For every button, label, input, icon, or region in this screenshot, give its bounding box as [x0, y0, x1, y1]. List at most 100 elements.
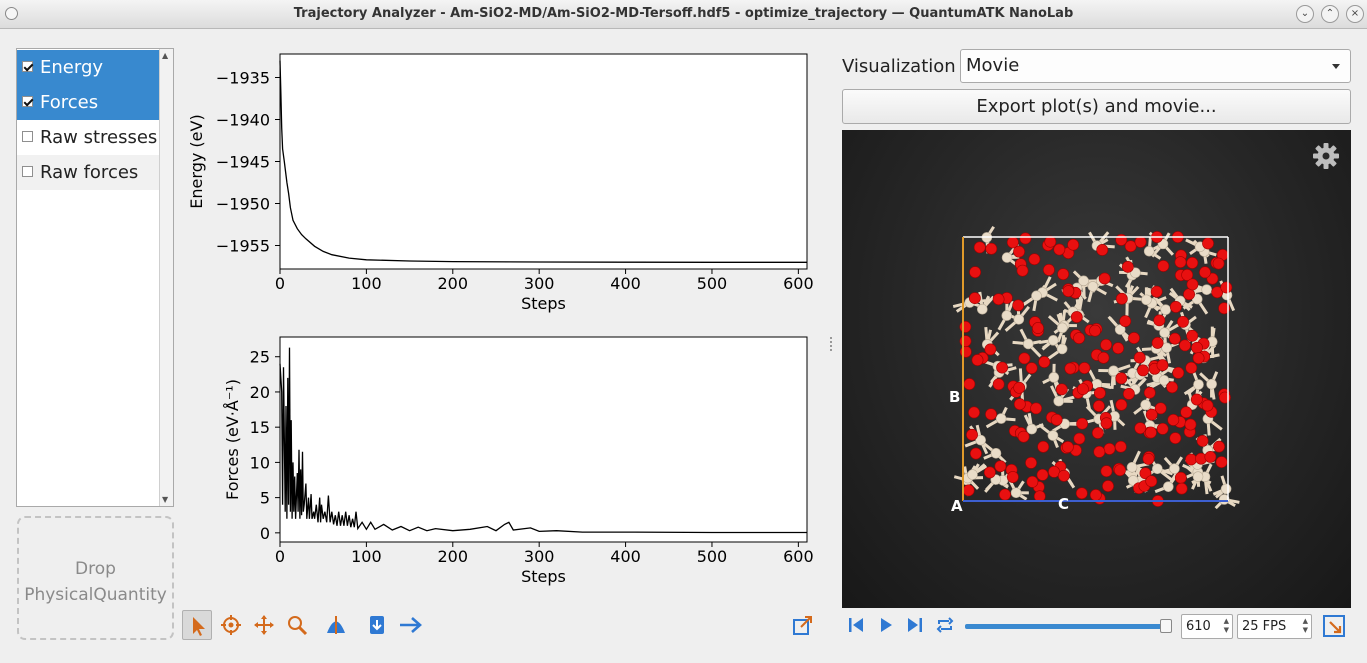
forces-checkbox[interactable]: [22, 96, 33, 107]
silicon-atom: [1031, 290, 1042, 302]
pointer-tool-button[interactable]: [182, 610, 212, 640]
list-scrollbar[interactable]: ▲ ▼: [159, 49, 173, 506]
oxygen-atom: [1057, 268, 1070, 281]
oxygen-atom: [1137, 364, 1149, 377]
energy-checkbox[interactable]: [22, 61, 33, 72]
quantity-item-raw-forces[interactable]: Raw forces: [17, 155, 161, 190]
oxygen-atom: [1064, 362, 1077, 375]
oxygen-atom: [1100, 338, 1113, 351]
frame-slider-handle[interactable]: [1160, 619, 1172, 633]
oxygen-atom: [1055, 383, 1068, 396]
loop-icon[interactable]: [935, 614, 955, 636]
spin-arrows-icon[interactable]: ▲ ▼: [1303, 617, 1308, 635]
oxygen-atom: [985, 242, 998, 255]
frame-spinbox[interactable]: 610 ▲ ▼: [1181, 614, 1233, 639]
oxygen-atom: [1174, 471, 1187, 484]
quantity-list[interactable]: Energy Forces Raw stresses Raw forces ▲ …: [16, 48, 174, 507]
oxygen-atom: [1133, 351, 1146, 364]
play-icon[interactable]: [876, 614, 896, 636]
silicon-atom: [1026, 423, 1038, 435]
silicon-atom: [1087, 281, 1099, 292]
x-tick-label: 400: [610, 547, 641, 566]
silicon-atom: [1159, 327, 1170, 338]
y-tick-label: −1955: [216, 236, 270, 255]
popout-plot-button[interactable]: [788, 610, 818, 640]
x-tick-label: 200: [438, 274, 469, 293]
visualization-label: Visualization: [842, 56, 956, 77]
pan-tool-button[interactable]: [249, 610, 279, 640]
skip-start-icon[interactable]: [846, 614, 866, 636]
oxygen-atom: [1145, 475, 1158, 488]
oxygen-atom: [1192, 352, 1205, 365]
raw-stresses-checkbox[interactable]: [22, 131, 33, 142]
oxygen-atom: [999, 488, 1011, 501]
plot-frame: [279, 336, 808, 543]
oxygen-atom: [1186, 278, 1199, 291]
peak-icon: [327, 616, 345, 634]
axis-label-c: C: [1058, 495, 1069, 513]
quantity-item-raw-stresses[interactable]: Raw stresses: [17, 120, 161, 155]
oxygen-atom: [1089, 489, 1102, 501]
oxygen-atom: [1044, 235, 1057, 248]
x-axis-label: Steps: [521, 567, 566, 586]
x-tick-label: 100: [351, 274, 382, 293]
silicon-atom: [1193, 379, 1204, 390]
quantity-label: Raw stresses: [40, 127, 158, 148]
scroll-down-icon[interactable]: ▼: [162, 495, 168, 504]
silicon-atom: [1201, 284, 1212, 295]
close-icon[interactable]: ×: [1346, 5, 1364, 23]
export-data-button[interactable]: [394, 610, 424, 640]
visualization-combobox[interactable]: Movie: [960, 49, 1351, 83]
quantity-item-forces[interactable]: Forces: [17, 85, 161, 120]
maximize-icon[interactable]: ⌃: [1321, 5, 1339, 23]
oxygen-atom: [1053, 243, 1066, 256]
skip-end-icon[interactable]: [905, 614, 925, 636]
oxygen-atom: [959, 345, 972, 358]
x-tick-label: 500: [697, 547, 728, 566]
raw-forces-checkbox[interactable]: [22, 166, 33, 177]
quantity-item-energy[interactable]: Energy: [17, 50, 161, 85]
oxygen-atom: [1030, 402, 1043, 415]
oxygen-atom: [1096, 244, 1109, 256]
oxygen-atom: [1169, 300, 1182, 313]
silicon-atom: [1192, 471, 1204, 482]
y-tick-label: 0: [260, 524, 270, 543]
oxygen-atom: [994, 460, 1007, 473]
silicon-atom: [1001, 310, 1013, 321]
oxygen-atom: [1174, 256, 1187, 269]
minimize-icon[interactable]: ⌄: [1296, 5, 1314, 23]
zoom-tool-button[interactable]: [282, 610, 312, 640]
export-button[interactable]: Export plot(s) and movie...: [842, 89, 1351, 124]
oxygen-atom: [1156, 359, 1169, 372]
oxygen-atom: [1145, 426, 1157, 439]
gear-icon[interactable]: [1312, 142, 1340, 170]
plot-area[interactable]: 0 100 200 300 400 500 600−1935−1940−1945−1950−…: [180, 40, 820, 605]
splitter-handle[interactable]: [829, 335, 833, 355]
oxygen-atom: [984, 343, 997, 356]
structure-viewer[interactable]: A B C: [842, 130, 1351, 608]
fps-spinbox[interactable]: 25 FPS ▲ ▼: [1237, 614, 1312, 639]
peak-tool-button[interactable]: [321, 610, 351, 640]
y-tick-label: 25: [250, 348, 270, 367]
spin-arrows-icon[interactable]: ▲ ▼: [1224, 617, 1229, 635]
oxygen-atom: [1073, 332, 1085, 345]
crosshair-tool-button[interactable]: [216, 610, 246, 640]
oxygen-atom: [1220, 281, 1233, 294]
oxygen-atom: [1142, 453, 1155, 465]
frame-slider[interactable]: [965, 624, 1170, 629]
y-tick-label: −1945: [216, 153, 270, 172]
drop-label: Drop PhysicalQuantity: [24, 559, 167, 605]
window-title: Trajectory Analyzer - Am-SiO2-MD/Am-SiO2…: [293, 6, 1074, 21]
fullscreen-icon[interactable]: [1322, 614, 1346, 638]
oxygen-atom: [973, 241, 986, 254]
oxygen-atom: [996, 361, 1008, 374]
scroll-up-icon[interactable]: ▲: [162, 51, 168, 60]
title-bar: Trajectory Analyzer - Am-SiO2-MD/Am-SiO2…: [0, 0, 1367, 29]
x-tick-label: 400: [610, 274, 641, 293]
oxygen-atom: [1078, 362, 1091, 374]
x-tick-label: 0: [275, 274, 285, 293]
save-plot-button[interactable]: [362, 610, 392, 640]
drop-zone[interactable]: Drop PhysicalQuantity: [17, 516, 174, 640]
oxygen-atom: [1156, 422, 1169, 435]
oxygen-atom: [1032, 322, 1044, 334]
